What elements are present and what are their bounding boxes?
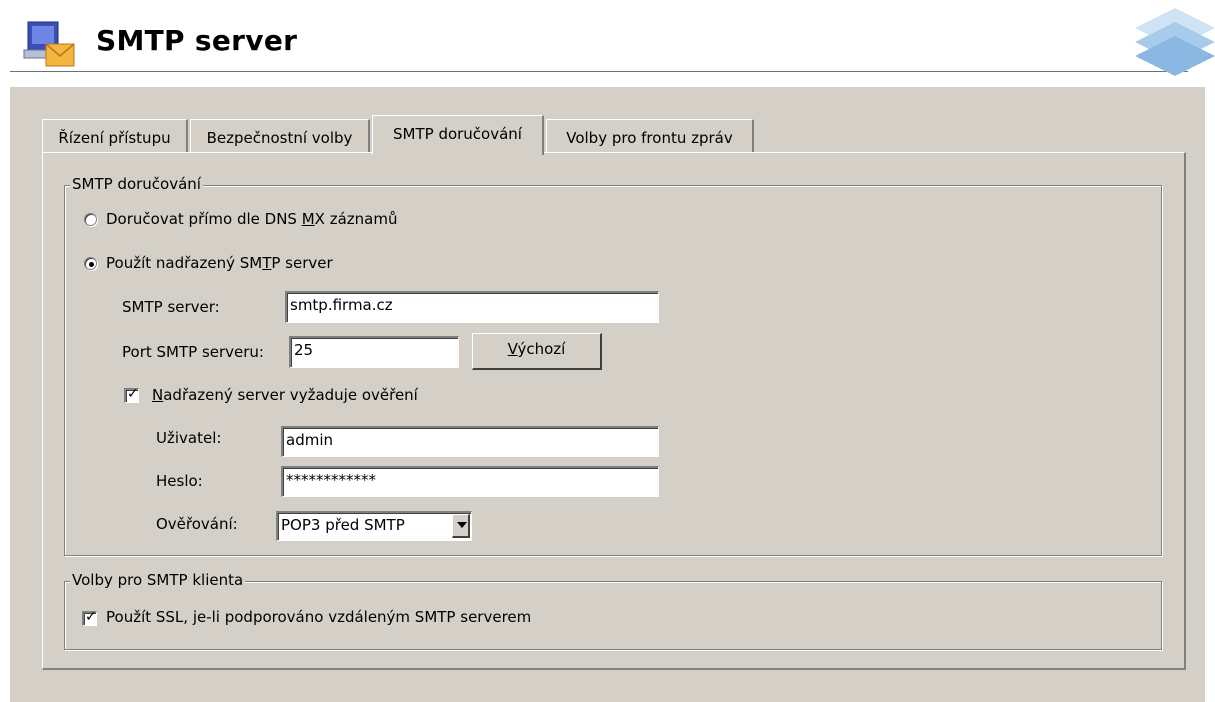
auth-method-select[interactable]: POP3 před SMTP (276, 511, 472, 541)
radio-direct-dns-label[interactable]: Doručovat přímo dle DNS MX záznamů (106, 210, 397, 228)
user-label: Uživatel: (156, 429, 222, 447)
smtp-server-input[interactable]: smtp.firma.cz (285, 291, 659, 323)
tab-security-options[interactable]: Bezpečnostní volby (190, 119, 370, 152)
radio-use-relay-label[interactable]: Použít nadřazený SMTP server (106, 254, 333, 272)
use-ssl-label[interactable]: Použít SSL, je-li podporováno vzdáleným … (106, 608, 531, 626)
page-title: SMTP server (96, 24, 298, 57)
tab-access-control[interactable]: Řízení přístupu (42, 119, 188, 152)
radio-use-relay[interactable] (84, 257, 97, 270)
decorative-corner-icon (1135, 8, 1215, 76)
checkmark-icon: ✓ (85, 609, 97, 625)
password-label: Heslo: (156, 472, 203, 490)
smtp-port-label: Port SMTP serveru: (122, 343, 264, 361)
user-input[interactable]: admin (281, 426, 659, 457)
tab-queue-options[interactable]: Volby pro frontu zpráv (546, 119, 754, 152)
dropdown-arrow-button[interactable] (452, 514, 470, 538)
delivery-groupbox (64, 185, 1162, 556)
auth-required-label[interactable]: Nadřazený server vyžaduje ověření (152, 386, 418, 404)
tab-smtp-delivery[interactable]: SMTP doručování (372, 115, 544, 155)
auth-method-label: Ověřování: (156, 515, 238, 533)
use-ssl-checkbox[interactable]: ✓ (82, 609, 97, 626)
delivery-group-title: SMTP doručování (70, 175, 203, 193)
client-group-title: Volby pro SMTP klienta (70, 571, 246, 589)
radio-direct-dns[interactable] (84, 213, 97, 226)
auth-required-checkbox[interactable]: ✓ (124, 386, 139, 403)
smtp-port-input[interactable]: 25 (289, 336, 459, 368)
smtp-server-label: SMTP server: (122, 298, 220, 316)
checkmark-icon: ✓ (127, 386, 139, 402)
radio-selected-dot (89, 262, 94, 267)
mail-server-icon (23, 21, 75, 67)
chevron-down-icon (457, 522, 467, 528)
header-divider (10, 71, 1188, 72)
default-port-button[interactable]: Výchozí (472, 333, 602, 370)
password-input[interactable]: ************ (281, 466, 659, 497)
